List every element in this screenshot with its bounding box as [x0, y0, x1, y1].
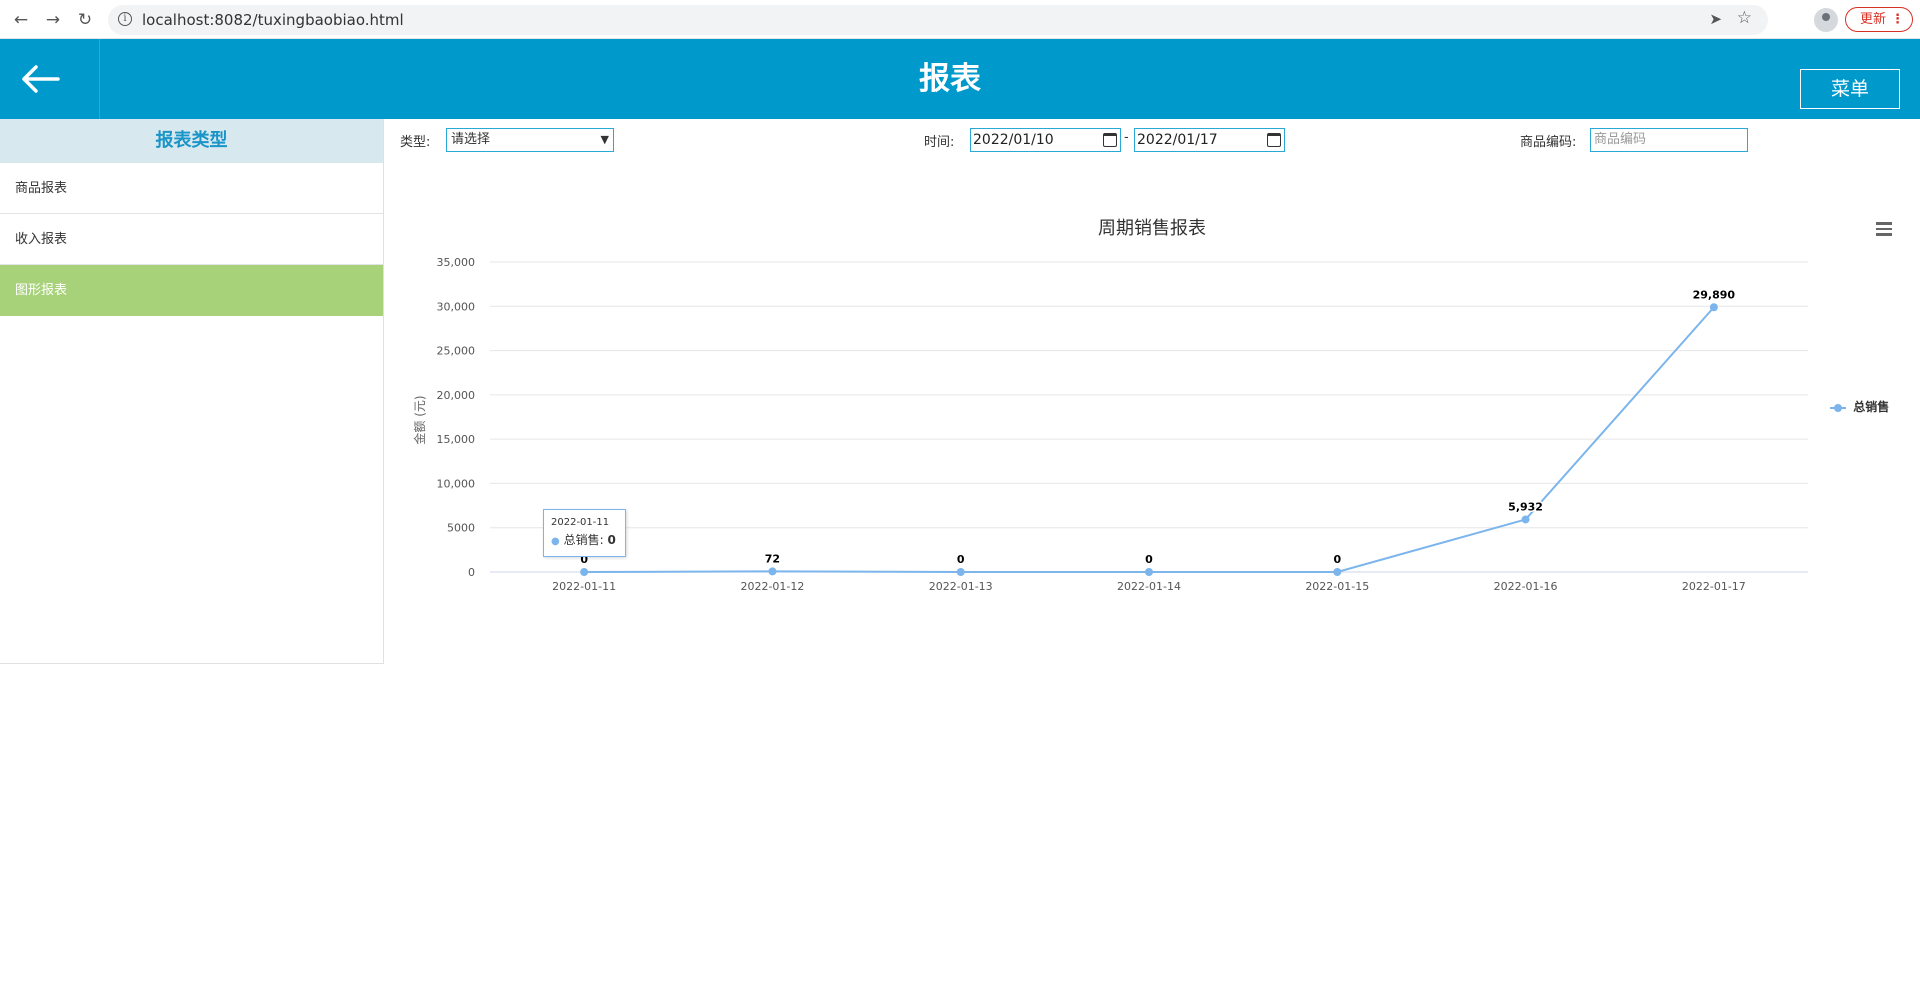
data-point — [1333, 568, 1342, 576]
y-tick-label: 25,000 — [437, 345, 476, 358]
data-point — [1709, 303, 1718, 312]
x-tick-label: 2022-01-16 — [1494, 580, 1558, 593]
line-chart: 0 5000 10,000 15,000 20,000 25,000 30,000 35,00… — [412, 256, 1808, 593]
x-tick-label: 2022-01-12 — [740, 580, 804, 593]
y-tick-label: 10,000 — [437, 477, 476, 490]
data-point — [956, 568, 965, 576]
data-label: 0 — [1333, 553, 1341, 566]
data-point — [580, 568, 589, 576]
data-point — [768, 567, 777, 576]
chart-tooltip: 2022-01-11 ● 总销售: 0 — [543, 509, 626, 557]
data-point — [1521, 515, 1530, 524]
data-label: 72 — [765, 552, 780, 565]
x-tick-label: 2022-01-11 — [552, 580, 616, 593]
data-label: 0 — [957, 553, 965, 566]
tooltip-series: 总销售 — [563, 533, 600, 547]
legend-swatch — [1830, 403, 1846, 413]
tooltip-dot-icon: ● — [551, 536, 560, 547]
tooltip-date: 2022-01-11 — [551, 517, 610, 528]
chart-legend[interactable]: 总销售 — [1830, 398, 1889, 415]
y-axis: 0 5000 10,000 15,000 20,000 25,000 30,000 35,00… — [437, 256, 476, 579]
x-axis: 2022-01-11 2022-01-12 2022-01-13 2022-01-14… — [552, 580, 1746, 593]
y-axis-label: 金额 (元) — [412, 395, 427, 444]
x-tick-label: 2022-01-15 — [1305, 580, 1369, 593]
y-tick-label: 35,000 — [437, 256, 476, 269]
legend-series-name: 总销售 — [1853, 400, 1890, 414]
tooltip-value: 0 — [607, 533, 616, 547]
x-tick-label: 2022-01-13 — [929, 580, 993, 593]
y-tick-label: 20,000 — [437, 389, 476, 402]
y-tick-label: 5000 — [447, 522, 475, 535]
data-labels: 0 72 0 0 0 5,932 29,890 — [579, 287, 1737, 568]
data-label: 5,932 — [1508, 500, 1543, 513]
chart-grid — [490, 261, 1808, 573]
y-tick-label: 15,000 — [437, 433, 476, 446]
data-label: 29,890 — [1693, 288, 1736, 301]
x-tick-label: 2022-01-17 — [1682, 580, 1746, 593]
y-tick-label: 30,000 — [437, 300, 476, 313]
y-tick-label: 0 — [468, 566, 475, 579]
data-label: 0 — [1145, 553, 1153, 566]
data-point — [1145, 568, 1153, 576]
x-tick-label: 2022-01-14 — [1117, 580, 1181, 593]
